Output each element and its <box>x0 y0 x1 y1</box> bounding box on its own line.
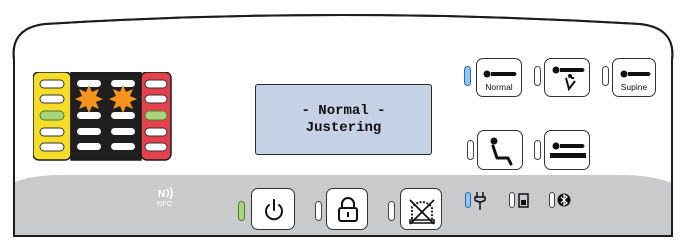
led-pill <box>39 79 65 89</box>
flat-bed-icon <box>550 142 586 158</box>
led-pill <box>111 112 135 119</box>
lcd-line-2: Justering <box>305 119 382 136</box>
led-power <box>238 201 245 221</box>
led-pill <box>111 143 135 150</box>
lcd-display: - Normal - Justering <box>255 84 432 155</box>
alert-star-icon <box>109 85 137 113</box>
power-icon <box>265 199 283 221</box>
led-pill-green <box>39 110 65 121</box>
led-sit-up <box>467 140 474 160</box>
led-battery <box>509 192 515 208</box>
led-pill <box>77 143 101 150</box>
led-pill <box>39 142 65 152</box>
led-pill <box>77 112 101 119</box>
led-mute <box>388 201 395 221</box>
led-flat <box>534 140 541 160</box>
led-pill <box>39 94 65 104</box>
alert-star-icon <box>75 85 103 113</box>
led-pill <box>77 128 101 135</box>
svg-text:N: N <box>158 189 165 200</box>
bluetooth-icon <box>557 193 571 207</box>
led-pill <box>111 128 135 135</box>
flat-bed-button[interactable] <box>544 130 590 170</box>
led-supine <box>602 66 609 86</box>
lock-button[interactable] <box>326 188 368 230</box>
led-mains <box>465 192 471 208</box>
led-tilt <box>534 66 541 86</box>
alarm-mute-icon <box>409 199 435 225</box>
battery-icon <box>518 193 529 208</box>
sit-up-position-button[interactable] <box>477 130 523 170</box>
nfc-label: NFC <box>157 201 173 208</box>
led-lock <box>315 201 322 221</box>
power-button[interactable] <box>251 188 295 230</box>
nfc-icon: N <box>158 186 173 200</box>
plug-icon <box>474 192 486 210</box>
supine-label: Supine <box>620 82 648 92</box>
led-pill <box>144 142 168 152</box>
supine-position-button[interactable]: Supine <box>612 58 656 97</box>
led-pill <box>144 79 168 89</box>
lcd-line-1: - Normal - <box>301 102 386 119</box>
normal-position-button[interactable]: Normal <box>476 58 522 97</box>
led-pill-green <box>144 110 168 121</box>
tilt-position-button[interactable] <box>544 58 590 97</box>
pressure-indicator <box>33 72 172 161</box>
led-normal <box>464 66 471 86</box>
led-bluetooth <box>549 192 555 208</box>
led-pill <box>144 94 168 104</box>
normal-label: Normal <box>485 82 513 92</box>
sitting-person-icon <box>490 137 513 166</box>
lock-icon <box>338 197 358 222</box>
led-pill <box>39 127 65 137</box>
tilted-person-icon <box>552 66 585 92</box>
alarm-mute-button[interactable] <box>400 188 442 230</box>
control-panel: - Normal - Justering Normal Supine N NFC <box>0 0 684 245</box>
led-pill <box>144 127 168 137</box>
